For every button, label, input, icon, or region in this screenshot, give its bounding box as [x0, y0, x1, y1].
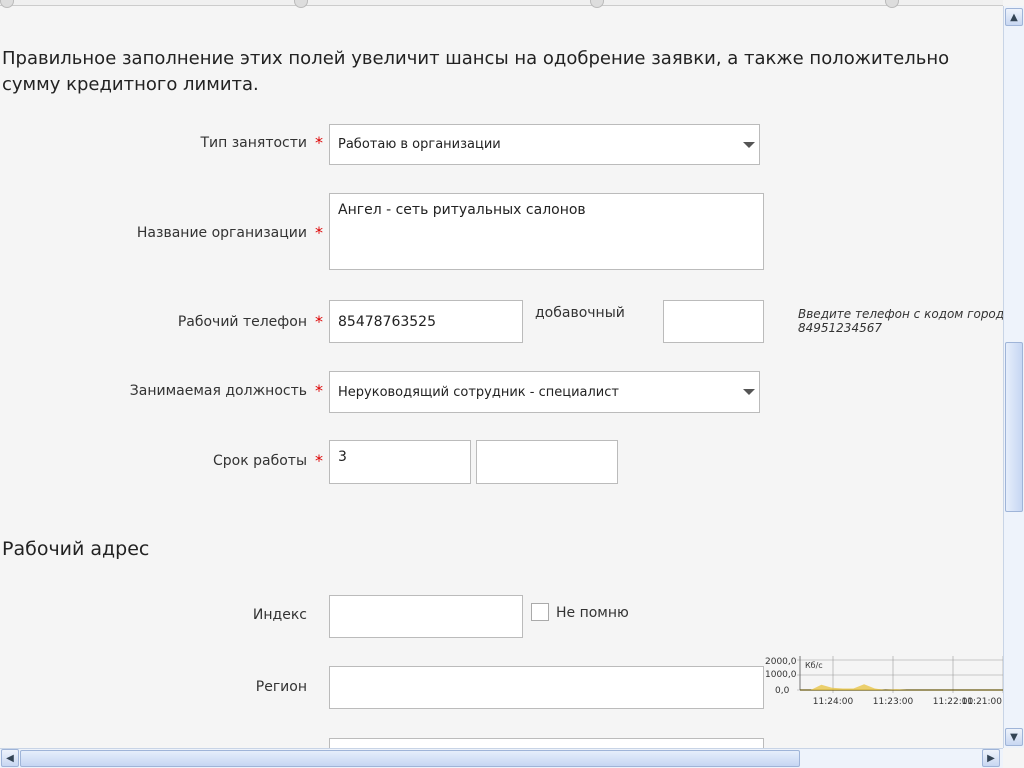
y-tick-label: 0,0 [775, 686, 790, 696]
scroll-up-button[interactable]: ▲ [1005, 8, 1023, 26]
horizontal-scrollbar[interactable]: ◀ ▶ [0, 748, 1003, 768]
dont-remember-label[interactable]: Не помню [556, 605, 629, 621]
top-ruler [0, 0, 1003, 8]
extension-input[interactable] [663, 300, 764, 343]
ruler-marker [294, 0, 308, 8]
tenure-months-input[interactable] [476, 440, 618, 484]
tenure-label: Срок работы [212, 453, 307, 469]
required-mark: * [315, 381, 323, 400]
x-tick-label: 11:21:00 [962, 697, 1003, 707]
hint-line: Введите телефон с кодом города [798, 307, 1003, 321]
vertical-scrollbar[interactable]: ▲ ▼ [1003, 6, 1024, 748]
ruler-marker [590, 0, 604, 8]
required-mark: * [315, 133, 323, 152]
scroll-down-button[interactable]: ▼ [1005, 728, 1023, 746]
required-mark: * [315, 312, 323, 331]
required-mark: * [315, 451, 323, 470]
region-input[interactable] [329, 666, 764, 709]
hint-line: 84951234567 [798, 321, 882, 335]
unit-label: Кб/с [805, 661, 823, 670]
y-tick-label: 1000,0 [765, 670, 797, 680]
y-tick-label: 2000,0 [765, 657, 797, 667]
phone-hint: Введите телефон с кодом города 849512345… [798, 307, 1003, 335]
index-label: Индекс [252, 607, 307, 623]
position-label: Занимаемая должность [129, 383, 307, 399]
work-phone-input[interactable]: 85478763525 [329, 300, 523, 343]
ruler-marker [0, 0, 14, 8]
ruler-marker [885, 0, 899, 8]
org-name-textarea[interactable]: Ангел - сеть ритуальных салонов [329, 193, 764, 270]
dont-remember-checkbox[interactable] [531, 603, 549, 621]
employment-type-select[interactable]: Работаю в организации [329, 124, 760, 165]
x-tick-label: 11:24:00 [813, 697, 854, 707]
scroll-right-button[interactable]: ▶ [982, 749, 1000, 767]
employment-type-value: Работаю в организации [338, 137, 501, 152]
intro-text: Правильное заполнение этих полей увеличи… [2, 46, 1003, 98]
traffic-area [800, 684, 1003, 690]
tenure-years-input[interactable]: 3 [329, 440, 471, 484]
employment-type-label: Тип занятости [200, 135, 307, 151]
position-select[interactable]: Неруководящий сотрудник - специалист [329, 371, 760, 413]
position-value: Неруководящий сотрудник - специалист [338, 384, 619, 400]
vertical-scroll-thumb[interactable] [1005, 342, 1023, 512]
index-input[interactable] [329, 595, 523, 638]
extension-label: добавочный [535, 305, 625, 321]
horizontal-scroll-thumb[interactable] [20, 750, 800, 767]
work-phone-label: Рабочий телефон [177, 314, 307, 330]
chevron-down-icon[interactable] [739, 372, 759, 412]
required-mark: * [315, 223, 323, 242]
traffic-chart: 2000,0 1000,0 0,0 Кб/с 11:24:00 11:23:00… [765, 656, 1003, 707]
org-name-label: Название организации [136, 225, 307, 241]
chevron-down-icon[interactable] [739, 125, 759, 164]
intro-line: Правильное заполнение этих полей увеличи… [2, 48, 950, 69]
intro-line: сумму кредитного лимита. [2, 74, 259, 95]
work-address-heading: Рабочий адрес [2, 538, 150, 560]
scroll-left-button[interactable]: ◀ [1, 749, 19, 767]
region-label: Регион [255, 679, 307, 695]
x-tick-label: 11:23:00 [873, 697, 914, 707]
